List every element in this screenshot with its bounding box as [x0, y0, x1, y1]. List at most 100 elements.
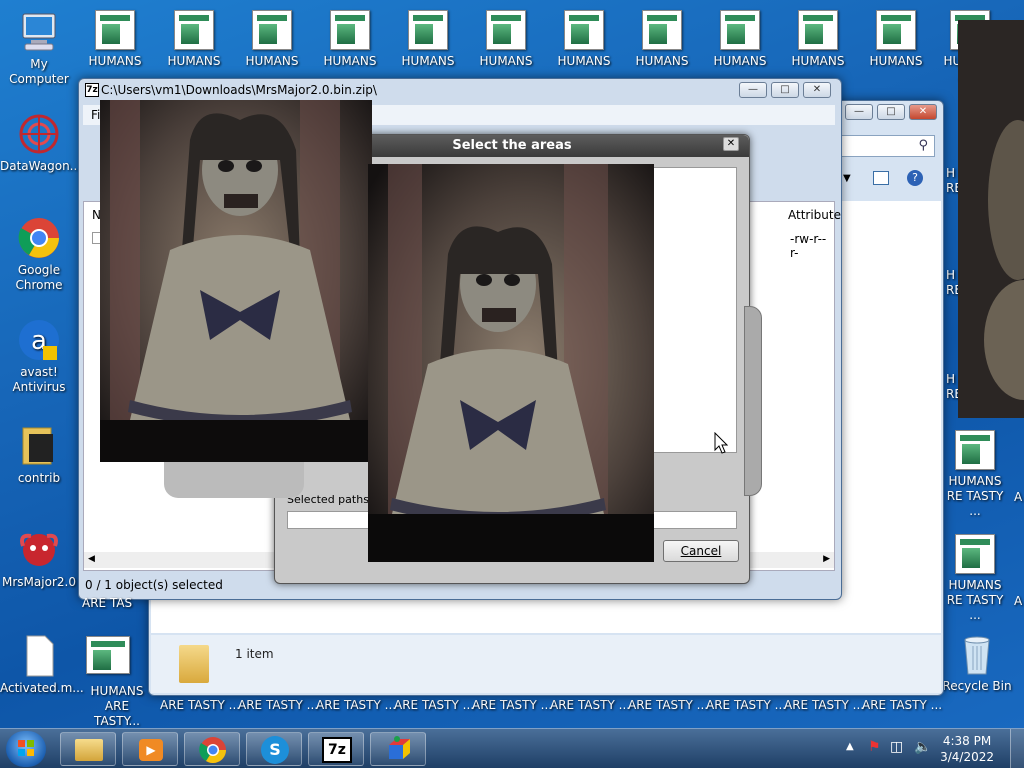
desktop-icon-label: HUMANS RE TASTY ... — [946, 474, 1004, 518]
image-file-icon — [955, 430, 995, 470]
desktop-icon-humans[interactable]: HUMANS — [389, 10, 467, 69]
desktop-icon-humans[interactable]: HUMANS — [155, 10, 233, 69]
computer-icon — [17, 10, 61, 54]
search-box[interactable]: ⚲ — [839, 135, 935, 157]
clock-time: 4:38 PM — [942, 734, 992, 748]
desktop-icon-humans[interactable]: HUMANS — [233, 10, 311, 69]
scroll-left-icon[interactable]: ◀ — [88, 554, 95, 564]
toolbar: ▼ ? — [839, 169, 939, 193]
desktop-icon-label: HUMANS — [635, 54, 689, 68]
desktop-icon-label: ARE TASTY ... — [550, 698, 631, 712]
document-icon — [17, 634, 61, 678]
column-header-attributes[interactable]: Attribute — [788, 208, 841, 222]
taskbar-skype-button[interactable]: S — [246, 732, 302, 766]
desktop-icon-humans[interactable]: HUMANS — [623, 10, 701, 69]
desktop-icon-label: HUMANS — [557, 54, 611, 68]
dialog-close-button[interactable]: ✕ — [723, 137, 739, 151]
recycle-bin-icon — [955, 632, 999, 676]
selection-status: 0 / 1 object(s) selected — [85, 578, 223, 592]
desktop-icon-humans[interactable]: HUMANS — [76, 10, 154, 69]
desktop-icon-label: HUMANS — [323, 54, 377, 68]
desktop-icon-label: ARE TASTY ... — [706, 698, 787, 712]
taskbar-app-button[interactable] — [370, 732, 426, 766]
desktop-icon-humans[interactable]: HUMANS — [779, 10, 857, 69]
desktop-icon-label: ARE TASTY ... — [238, 698, 319, 712]
desktop-icon-humans[interactable]: HUMANS — [857, 10, 935, 69]
desktop-bottom-icon[interactable] — [86, 636, 130, 674]
desktop-icon-humans-right[interactable]: HUMANS RE TASTY ... — [944, 430, 1006, 519]
windows-logo-icon — [18, 740, 34, 756]
desktop-icon-google-chrome[interactable]: Google Chrome — [0, 216, 78, 293]
desktop-icon-humans[interactable]: HUMANS — [311, 10, 389, 69]
row-attributes: -rw-r--r- — [790, 232, 827, 260]
image-file-icon — [174, 10, 214, 50]
desktop-icon-label: Recycle Bin — [942, 679, 1012, 693]
desktop-icon-label: HUMANS — [167, 54, 221, 68]
taskbar-chrome-button[interactable] — [184, 732, 240, 766]
desktop-icon-label: contrib — [17, 471, 61, 485]
menu-file[interactable]: Fi — [91, 108, 100, 122]
show-desktop-button[interactable] — [1010, 729, 1024, 768]
chrome-icon — [199, 737, 227, 764]
image-file-icon — [486, 10, 526, 50]
view-dropdown-icon[interactable]: ▼ — [843, 173, 851, 184]
desktop-icon-mrsmajor[interactable]: MrsMajor2.0 — [0, 528, 78, 590]
taskbar-explorer-button[interactable] — [60, 732, 116, 766]
decorative-panel — [744, 306, 762, 496]
desktop-icon-humans[interactable]: HUMANS — [701, 10, 779, 69]
window-title-text: C:\Users\vm1\Downloads\MrsMajor2.0.bin.z… — [101, 83, 377, 97]
minimize-button[interactable]: — — [739, 82, 767, 98]
mouse-cursor-icon — [714, 431, 729, 457]
desktop-icon-humans[interactable]: HUMANS — [467, 10, 545, 69]
desktop-icon-label: HUMANS — [401, 54, 455, 68]
desktop-icon-label-fragment: A — [1014, 594, 1023, 608]
taskbar-media-player-button[interactable]: ▶ — [122, 732, 178, 766]
desktop-icon-label: HUMANS — [869, 54, 923, 68]
desktop-icon-humans[interactable]: HUMANS — [545, 10, 623, 69]
creepy-doll-image — [100, 100, 372, 462]
show-hidden-icons-icon[interactable]: ▲ — [846, 741, 854, 752]
minimize-button[interactable]: — — [845, 104, 873, 120]
volume-icon[interactable]: 🔈 — [914, 739, 931, 755]
desktop-icon-avast[interactable]: a avast! Antivirus — [0, 318, 78, 395]
desktop-icon-label: HUMANS — [479, 54, 533, 68]
desktop-icon-label: HUMANS — [88, 54, 142, 68]
start-button[interactable] — [6, 731, 46, 767]
maximize-button[interactable]: □ — [877, 104, 905, 120]
image-file-icon — [642, 10, 682, 50]
clock[interactable]: 4:38 PM 3/4/2022 — [940, 733, 994, 765]
cancel-button[interactable]: Cancel — [663, 540, 739, 562]
sevenzip-app-icon: 7z — [85, 83, 99, 97]
desktop-icon-label: ARE TASTY ... — [316, 698, 397, 712]
desktop-icon-label: avast! Antivirus — [12, 365, 66, 394]
desktop-icon-label: ARE TASTY ... — [862, 698, 943, 712]
item-count: 1 item — [235, 647, 274, 661]
desktop-icon-label: HUMANS — [791, 54, 845, 68]
desktop-icon-label: MrsMajor2.0 — [2, 575, 76, 589]
cube-app-icon — [389, 736, 410, 759]
desktop-icon-my-computer[interactable]: My Computer — [0, 10, 78, 87]
desktop-icon-label: HUMANS ARE TASTY... — [90, 684, 144, 728]
desktop-icon-contrib[interactable]: contrib — [0, 424, 78, 486]
action-center-flag-icon[interactable]: ⚑ — [868, 739, 881, 755]
desktop-icon-datawagon[interactable]: DataWagon... — [0, 112, 81, 174]
close-button[interactable]: ✕ — [803, 82, 831, 98]
search-icon: ⚲ — [918, 138, 928, 153]
desktop-icon-label-fragment: ARE TAS — [82, 596, 133, 610]
window-title: 7z C:\Users\vm1\Downloads\MrsMajor2.0.bi… — [79, 79, 841, 101]
image-file-icon — [720, 10, 760, 50]
desktop-icon-humans-right[interactable]: HUMANS RE TASTY ... — [944, 534, 1006, 623]
desktop-icon-label: My Computer — [9, 57, 69, 86]
desktop-icon-recycle-bin[interactable]: Recycle Bin — [938, 632, 1016, 694]
desktop-icon-activated[interactable]: Activated.m... — [0, 634, 84, 696]
desktop-icon-label: ARE TASTY ... — [628, 698, 709, 712]
scroll-right-icon[interactable]: ▶ — [823, 554, 830, 564]
image-file-icon — [876, 10, 916, 50]
preview-pane-icon[interactable] — [873, 171, 889, 185]
network-icon[interactable]: ◫ — [890, 739, 903, 755]
maximize-button[interactable]: □ — [771, 82, 799, 98]
help-icon[interactable]: ? — [907, 170, 923, 186]
media-player-icon: ▶ — [139, 739, 163, 761]
close-button[interactable]: ✕ — [909, 104, 937, 120]
taskbar-7zip-button[interactable]: 7z — [308, 732, 364, 766]
